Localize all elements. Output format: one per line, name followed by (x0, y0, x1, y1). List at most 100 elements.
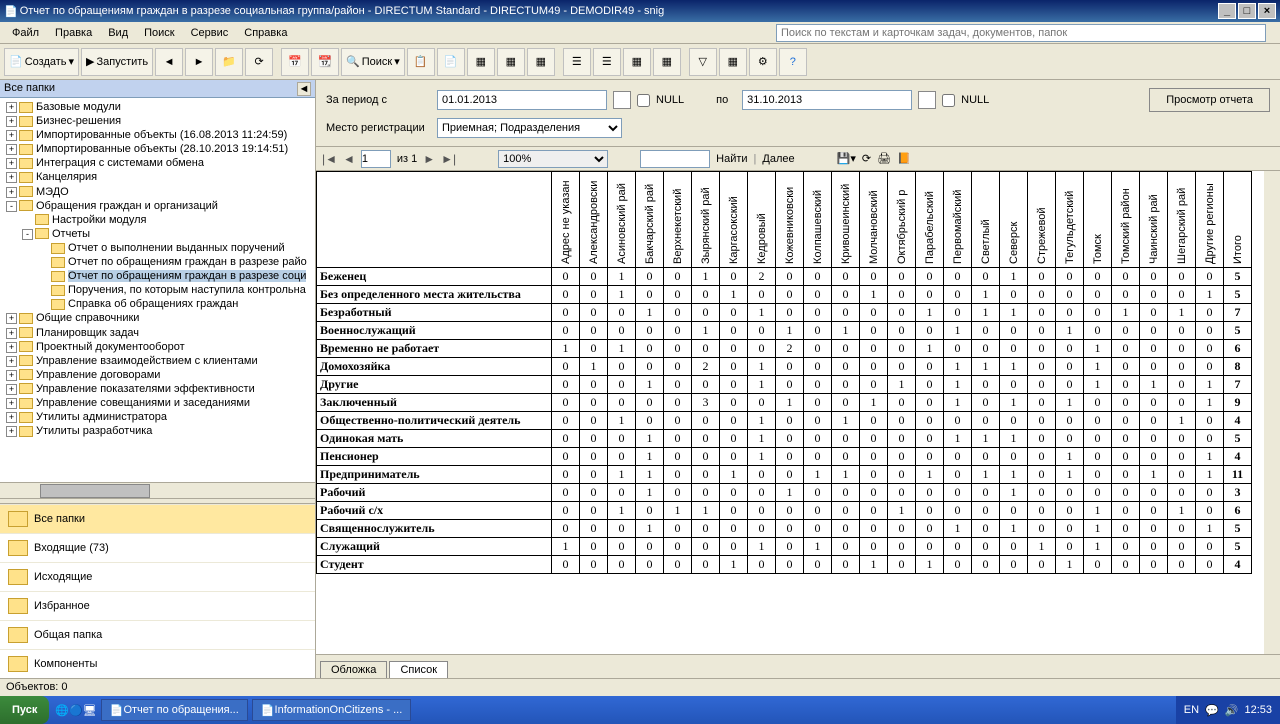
tab-cover[interactable]: Обложка (320, 661, 387, 678)
date-to-input[interactable] (742, 90, 912, 110)
run-button[interactable]: ▶Запустить (81, 48, 153, 76)
expand-icon[interactable]: + (6, 426, 17, 437)
tree-node[interactable]: Отчет о выполнении выданных поручений (2, 241, 313, 255)
tree-node[interactable]: Поручения, по которым наступила контроль… (2, 283, 313, 297)
help-button[interactable]: ? (779, 48, 807, 76)
grid-button[interactable]: ▦ (719, 48, 747, 76)
tree-node[interactable]: +Базовые модули (2, 100, 313, 114)
export-button[interactable]: 💾▾ (837, 152, 856, 165)
folder-tree[interactable]: +Базовые модули+Бизнес-решения+Импортиро… (0, 98, 315, 482)
tree-node[interactable]: Отчет по обращениям граждан в разрезе ра… (2, 255, 313, 269)
menu-Справка[interactable]: Справка (236, 25, 295, 41)
tray-icon[interactable]: 🔊 (1225, 704, 1239, 717)
report-vscroll[interactable] (1264, 171, 1280, 654)
taskbar-item[interactable]: 📄 InformationOnCitizens - ... (252, 699, 411, 721)
menu-Файл[interactable]: Файл (4, 25, 47, 41)
expand-icon[interactable]: + (6, 158, 17, 169)
tree-node[interactable]: +МЭДО (2, 185, 313, 199)
tree-node[interactable]: +Планировщик задач (2, 326, 313, 340)
tree-node[interactable]: Настройки модуля (2, 213, 313, 227)
refresh-report-button[interactable]: ⟳ (862, 152, 871, 165)
nav-item[interactable]: Компоненты (0, 649, 315, 678)
menu-Поиск[interactable]: Поиск (136, 25, 182, 41)
calendar-icon[interactable] (613, 91, 631, 109)
tree-node[interactable]: +Управление договорами (2, 368, 313, 382)
next-page-button[interactable]: ► (423, 152, 435, 166)
nav-item[interactable]: Избранное (0, 591, 315, 620)
expand-icon[interactable]: - (22, 229, 33, 240)
tree-node[interactable]: +Утилиты администратора (2, 410, 313, 424)
tool-3[interactable]: ▦ (527, 48, 555, 76)
last-page-button[interactable]: ►| (441, 152, 456, 166)
nav-item[interactable]: Исходящие (0, 562, 315, 591)
nav-item[interactable]: Все папки (0, 504, 315, 533)
expand-icon[interactable]: + (6, 356, 17, 367)
view-3[interactable]: ▦ (623, 48, 651, 76)
find-next-button[interactable]: Далее (762, 153, 794, 165)
filter-button[interactable]: ▽ (689, 48, 717, 76)
expand-icon[interactable]: + (6, 102, 17, 113)
page-input[interactable] (361, 150, 391, 168)
first-page-button[interactable]: |◄ (322, 152, 337, 166)
lang-indicator[interactable]: EN (1184, 704, 1199, 716)
expand-icon[interactable]: + (6, 144, 17, 155)
menu-Правка[interactable]: Правка (47, 25, 100, 41)
zoom-select[interactable]: 100% (498, 150, 608, 168)
view-report-button[interactable]: Просмотр отчета (1149, 88, 1270, 112)
minimize-button[interactable]: _ (1218, 3, 1236, 19)
tree-node[interactable]: Справка об обращениях граждан (2, 297, 313, 311)
view-4[interactable]: ▦ (653, 48, 681, 76)
collapse-left-icon[interactable]: ◄ (297, 82, 311, 96)
print-button[interactable]: 🖨 (877, 152, 891, 165)
tray-icon[interactable]: 💬 (1205, 704, 1219, 717)
clock[interactable]: 12:53 (1244, 704, 1272, 716)
tool-2[interactable]: ▦ (497, 48, 525, 76)
nav-item[interactable]: Входящие (73) (0, 533, 315, 562)
expand-icon[interactable]: - (6, 201, 17, 212)
expand-icon[interactable]: + (6, 187, 17, 198)
menu-Вид[interactable]: Вид (100, 25, 136, 41)
expand-icon[interactable]: + (6, 342, 17, 353)
tree-node[interactable]: +Бизнес-решения (2, 114, 313, 128)
expand-icon[interactable]: + (6, 172, 17, 183)
maximize-button[interactable]: □ (1238, 3, 1256, 19)
tree-node[interactable]: Отчет по обращениям граждан в разрезе со… (2, 269, 313, 283)
expand-icon[interactable]: + (6, 328, 17, 339)
excel-button[interactable]: 📙 (897, 152, 911, 165)
up-button[interactable]: 📁 (215, 48, 243, 76)
refresh-button[interactable]: ⟳ (245, 48, 273, 76)
search-button[interactable]: 🔍Поиск▾ (341, 48, 405, 76)
expand-icon[interactable]: + (6, 412, 17, 423)
close-button[interactable]: × (1258, 3, 1276, 19)
quicklaunch-desktop-icon[interactable]: 🖥 (83, 704, 97, 717)
tab-list[interactable]: Список (389, 661, 448, 678)
tree-node[interactable]: +Импортированные объекты (28.10.2013 19:… (2, 142, 313, 156)
tree-node[interactable]: +Управление взаимодействием с клиентами (2, 354, 313, 368)
null-from-check[interactable] (637, 94, 650, 107)
search-input[interactable] (776, 24, 1266, 42)
back-button[interactable]: ◄ (155, 48, 183, 76)
tree-node[interactable]: +Общие справочники (2, 311, 313, 325)
tree-node[interactable]: -Обращения граждан и организаций (2, 199, 313, 213)
paste-button[interactable]: 📄 (437, 48, 465, 76)
tree-node[interactable]: +Управление показателями эффективности (2, 382, 313, 396)
tree-node[interactable]: +Управление совещаниями и заседаниями (2, 396, 313, 410)
menu-Сервис[interactable]: Сервис (183, 25, 237, 41)
expand-icon[interactable]: + (6, 313, 17, 324)
null-to-check[interactable] (942, 94, 955, 107)
tree-node[interactable]: -Отчеты (2, 227, 313, 241)
date-button[interactable]: 📆 (311, 48, 339, 76)
calendar-icon[interactable] (918, 91, 936, 109)
forward-button[interactable]: ► (185, 48, 213, 76)
report-area[interactable]: Адрес не указанАлександровскиАсиновский … (316, 171, 1280, 654)
view-1[interactable]: ☰ (563, 48, 591, 76)
tree-node[interactable]: +Проектный документооборот (2, 340, 313, 354)
expand-icon[interactable]: + (6, 116, 17, 127)
date-from-input[interactable] (437, 90, 607, 110)
tree-node[interactable]: +Интеграция с системами обмена (2, 156, 313, 170)
tree-node[interactable]: +Импортированные объекты (16.08.2013 11:… (2, 128, 313, 142)
expand-icon[interactable]: + (6, 130, 17, 141)
view-2[interactable]: ☰ (593, 48, 621, 76)
calendar-button[interactable]: 📅 (281, 48, 309, 76)
tree-hscroll[interactable] (0, 482, 315, 498)
